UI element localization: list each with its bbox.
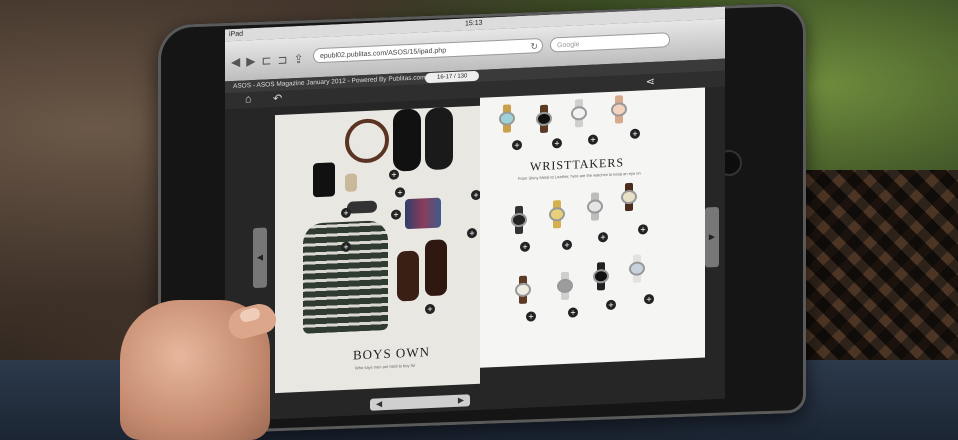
product-plus-button[interactable]: + xyxy=(341,207,351,219)
left-page-headline: BOYS OWN xyxy=(353,344,430,363)
bookmarks-icon[interactable]: ⊏⊐ xyxy=(261,52,293,67)
home-icon[interactable]: ⌂ xyxy=(245,93,252,105)
share-icon[interactable]: ⇪ xyxy=(294,52,310,67)
belt-image xyxy=(345,117,389,164)
watch-product-image xyxy=(592,262,610,291)
product-plus-button[interactable]: + xyxy=(425,303,435,315)
product-plus-button[interactable]: + xyxy=(630,128,640,139)
glove-left-image xyxy=(397,250,419,302)
product-plus-button[interactable]: + xyxy=(588,134,598,145)
ipad-screen: iPad 15:13 ◀▶⊏⊐⇪ epubl02.publitas.com/AS… xyxy=(225,6,725,422)
watch-product-image xyxy=(610,95,628,124)
product-plus-button[interactable]: + xyxy=(526,311,536,322)
watch-product-image xyxy=(620,182,638,212)
product-plus-button[interactable]: + xyxy=(467,227,477,239)
scrubber-left-icon[interactable]: ◀ xyxy=(376,398,382,410)
watch-product-image xyxy=(535,104,553,134)
watch-product-image xyxy=(498,104,516,133)
scrubber-right-icon[interactable]: ▶ xyxy=(458,394,464,406)
search-field[interactable]: Google xyxy=(550,32,670,53)
watch-product-image xyxy=(556,271,574,301)
left-page-subheadline: Who says men are hard to buy for xyxy=(355,362,416,371)
watch-product-image xyxy=(514,275,532,305)
product-plus-button[interactable]: + xyxy=(520,241,530,252)
magazine-viewer: ◀ ▶ BOYS OWN Who says men are hard to bu… xyxy=(225,86,725,422)
nav-buttons: ◀▶⊏⊐⇪ xyxy=(231,52,310,70)
reload-icon[interactable]: ↻ xyxy=(530,39,538,54)
watch-product-image xyxy=(510,205,528,235)
product-plus-button[interactable]: + xyxy=(606,299,616,311)
sweater-image xyxy=(303,219,388,334)
watch-product-image xyxy=(548,200,566,229)
product-plus-button[interactable]: + xyxy=(552,138,562,149)
watch-product-image xyxy=(628,254,646,283)
prev-page-tab[interactable]: ◀ xyxy=(253,227,267,289)
shoe-left-image xyxy=(393,108,421,172)
back-icon[interactable]: ◀ xyxy=(231,54,246,69)
sunglasses-image xyxy=(347,200,377,214)
glove-right-image xyxy=(425,239,447,297)
product-plus-button[interactable]: + xyxy=(644,293,654,305)
right-page: WRISTTAKERS From Shiny Metal to Leather,… xyxy=(480,87,705,368)
left-page: BOYS OWN Who says men are hard to buy fo… xyxy=(275,105,481,394)
watch-image xyxy=(345,173,357,192)
address-bar[interactable]: epubl02.publitas.com/ASOS/15/ipad.php ↻ xyxy=(313,37,543,64)
shoe-right-image xyxy=(425,106,453,171)
product-plus-button[interactable]: + xyxy=(395,187,405,198)
share-network-icon[interactable]: ⋖ xyxy=(646,75,655,88)
product-plus-button[interactable]: + xyxy=(389,169,399,180)
address-text: epubl02.publitas.com/ASOS/15/ipad.php xyxy=(320,47,447,61)
wallet-image xyxy=(313,162,335,198)
product-plus-button[interactable]: + xyxy=(568,307,578,318)
product-plus-button[interactable]: + xyxy=(562,239,572,251)
forward-icon[interactable]: ▶ xyxy=(246,54,261,69)
page-scrubber[interactable]: ◀ ▶ xyxy=(370,394,470,411)
product-plus-button[interactable]: + xyxy=(391,209,401,220)
scarf-image xyxy=(405,197,441,230)
product-plus-button[interactable]: + xyxy=(512,139,522,151)
next-page-tab[interactable]: ▶ xyxy=(705,206,719,268)
watch-product-image xyxy=(570,99,588,128)
clock: 15:13 xyxy=(465,19,483,28)
product-plus-button[interactable]: + xyxy=(598,231,608,243)
watch-product-image xyxy=(586,192,604,221)
product-plus-button[interactable]: + xyxy=(638,224,648,235)
search-placeholder: Google xyxy=(557,41,580,50)
device-label: iPad xyxy=(229,30,244,39)
undo-icon[interactable]: ↶ xyxy=(273,92,282,105)
